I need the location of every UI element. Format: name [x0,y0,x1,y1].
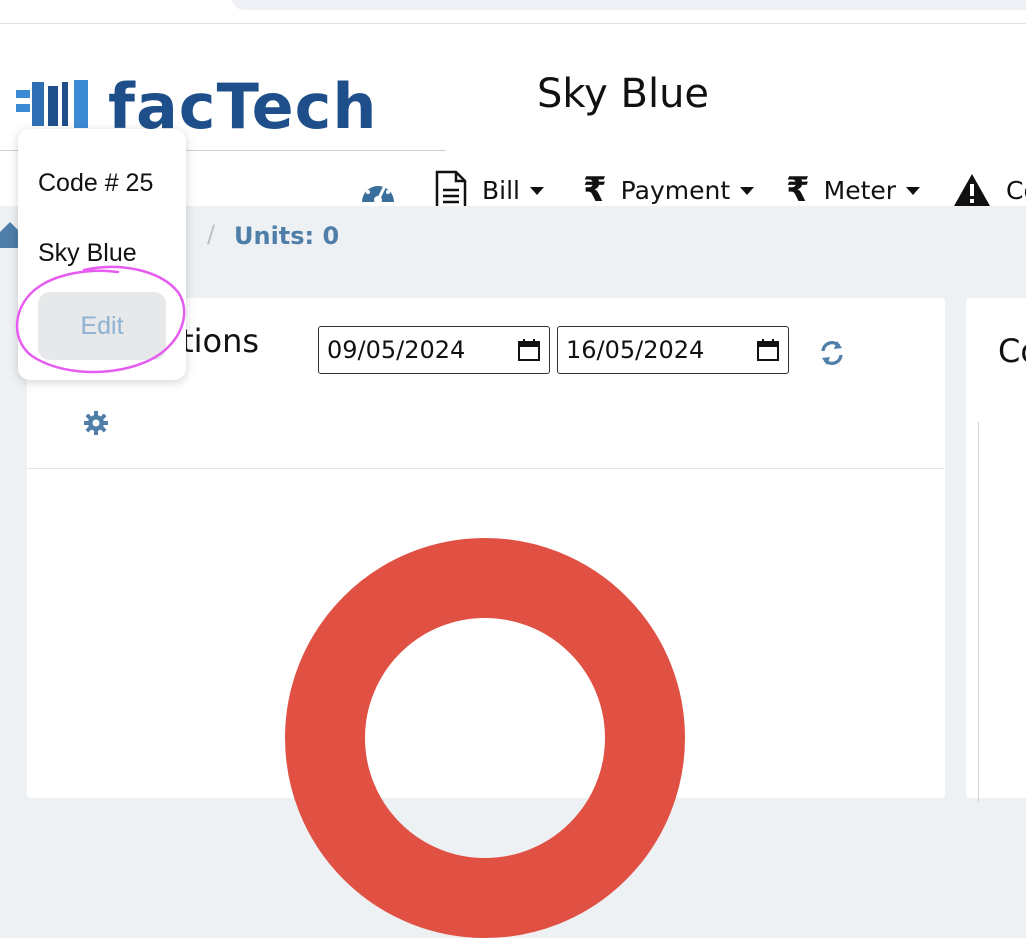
nav-complaints-label: Co [1006,175,1026,205]
chevron-down-icon [906,187,921,195]
document-icon [434,170,468,210]
user-popover-menu: Code # 25 Sky Blue Edit [18,129,186,380]
edit-button[interactable]: Edit [38,292,166,360]
breadcrumb-separator: / [207,220,216,248]
units-label: Units: 0 [234,222,340,250]
date-to-input[interactable]: 16/05/2024 [557,326,789,374]
code-label: Code # 25 [38,169,154,197]
chevron-down-icon [530,187,544,195]
calendar-icon[interactable] [517,338,541,362]
warning-icon [952,172,992,208]
donut-chart [285,538,685,938]
refresh-icon[interactable] [819,340,845,366]
browser-top-strip [0,0,1026,24]
date-from-value: 09/05/2024 [327,336,466,364]
dashboard-gauge-icon [362,180,394,204]
app-logo[interactable]: facTech [16,64,396,138]
home-icon[interactable] [0,220,20,248]
name-label: Sky Blue [38,239,137,267]
calendar-icon[interactable] [756,338,780,362]
chevron-down-icon [740,187,755,195]
rupee-icon: ₹ [583,170,607,210]
gear-icon[interactable] [83,410,109,436]
page-title: Sky Blue [537,71,710,117]
logo-mark-icon [16,80,88,128]
browser-url-bar[interactable] [232,0,1026,10]
right-panel: Co [966,298,1026,802]
date-to-value: 16/05/2024 [566,336,705,364]
right-panel-title: Co [998,332,1026,370]
rupee-icon: ₹ [786,170,810,210]
panel-divider [27,468,945,469]
donut-ring [285,538,685,938]
nav-meter-label: Meter [823,175,897,205]
right-panel-axis-line [978,422,979,802]
date-from-input[interactable]: 09/05/2024 [318,326,550,374]
nav-bill-label: Bill [482,175,520,205]
nav-payment-label: Payment [620,175,731,205]
